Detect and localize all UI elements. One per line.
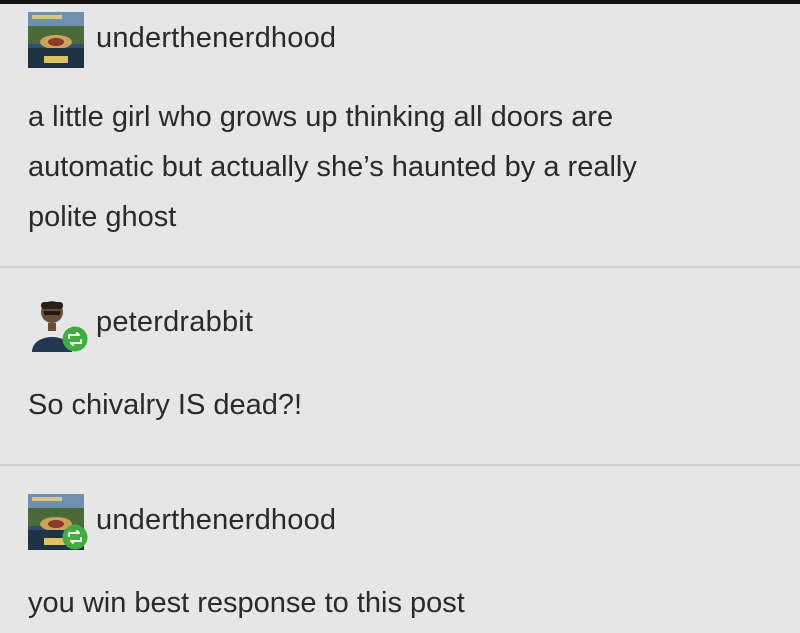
- post-username[interactable]: peterdrabbit: [96, 306, 253, 339]
- avatar[interactable]: [28, 12, 84, 68]
- post-text-line: polite ghost: [28, 201, 177, 233]
- thread-post: underthenerdhood you win best response t…: [0, 466, 800, 633]
- post-username[interactable]: underthenerdhood: [96, 504, 336, 537]
- post-body: So chivalry IS dead?!: [28, 380, 780, 430]
- post-username[interactable]: underthenerdhood: [96, 22, 336, 55]
- post-text-line: So chivalry IS dead?!: [28, 389, 303, 421]
- book-cover-avatar-icon: [28, 12, 84, 68]
- thread-post: underthenerdhood a little girl who grows…: [0, 4, 800, 268]
- thread-post: peterdrabbit So chivalry IS dead?!: [0, 268, 800, 466]
- post-body: a little girl who grows up thinking all …: [28, 92, 780, 242]
- reblog-icon: [62, 524, 88, 550]
- post-text-line: you win best response to this post: [28, 587, 465, 619]
- reblog-thread: underthenerdhood a little girl who grows…: [0, 4, 800, 633]
- reblog-icon: [62, 326, 88, 352]
- post-text-line: automatic but actually she’s haunted by …: [28, 151, 637, 183]
- avatar[interactable]: [28, 296, 88, 352]
- post-header: peterdrabbit: [28, 296, 780, 352]
- post-body: you win best response to this post: [28, 578, 780, 628]
- post-text-line: a little girl who grows up thinking all …: [28, 101, 614, 133]
- post-header: underthenerdhood: [28, 494, 780, 550]
- post-header: underthenerdhood: [28, 12, 780, 68]
- avatar[interactable]: [28, 494, 88, 550]
